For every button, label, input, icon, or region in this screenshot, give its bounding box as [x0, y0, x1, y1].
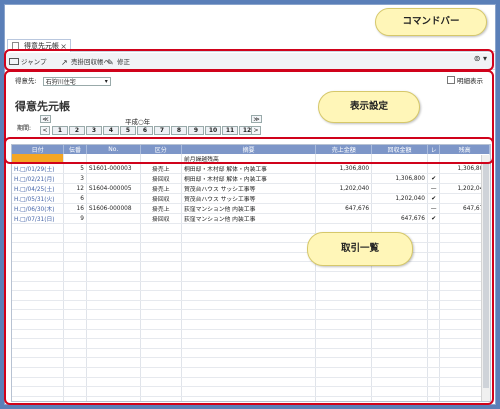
transaction-list-highlight: [4, 137, 494, 405]
command-bar-callout: コマンドバー: [375, 8, 487, 36]
command-bar-highlight: [4, 49, 494, 71]
display-settings-callout: 表示設定: [318, 91, 420, 123]
transaction-list-callout: 取引一覧: [307, 232, 413, 266]
